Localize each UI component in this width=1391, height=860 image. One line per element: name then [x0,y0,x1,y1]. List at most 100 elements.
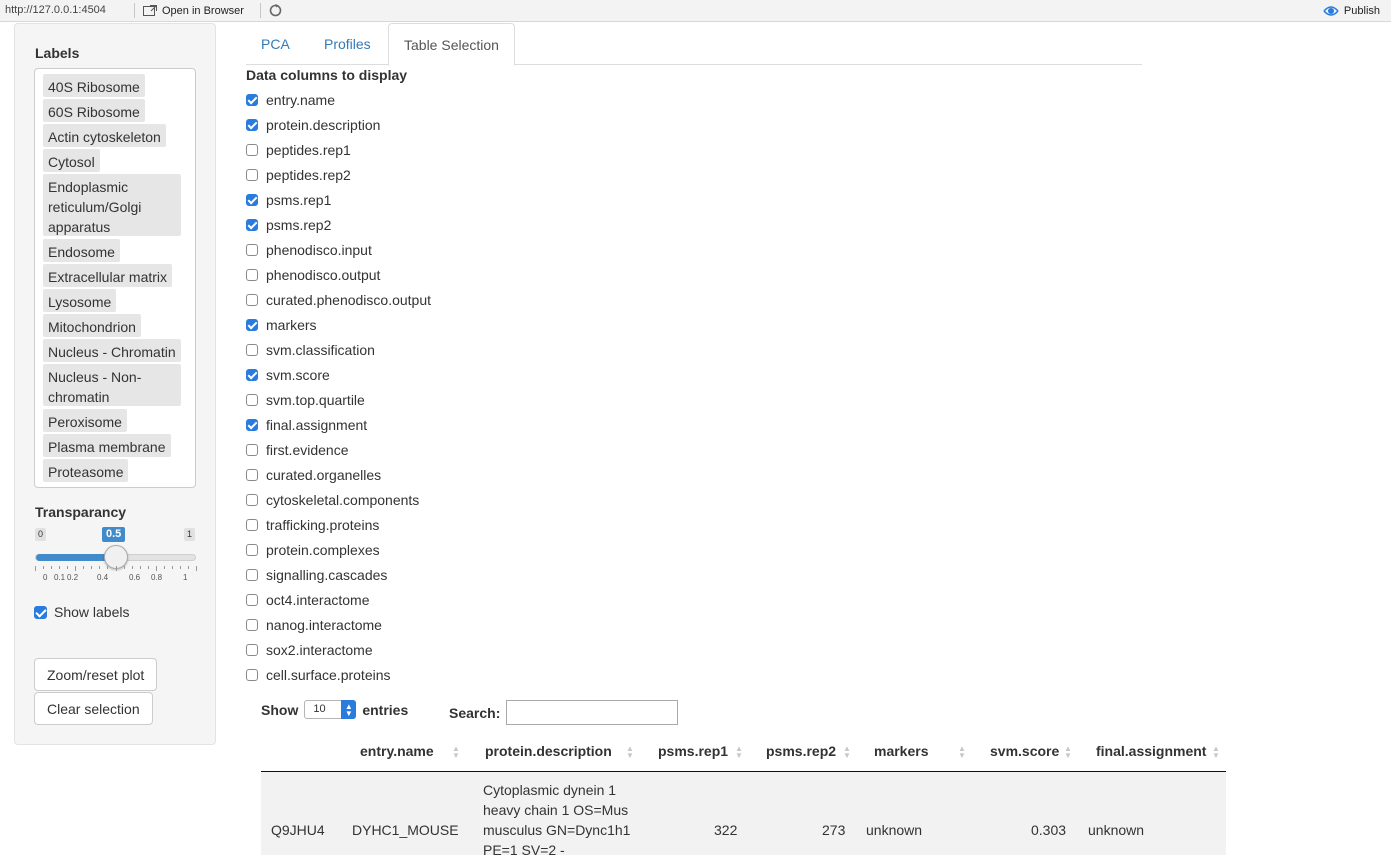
label-option[interactable]: Plasma membrane [43,434,171,457]
show-labels-toggle[interactable]: Show labels [34,604,130,620]
search-input[interactable] [506,700,678,725]
label-option[interactable]: 60S Ribosome [43,99,145,122]
label-option[interactable]: Cytosol [43,149,100,172]
labels-select-list[interactable]: 40S Ribosome 60S Ribosome Actin cytoskel… [34,68,196,488]
column-option[interactable]: svm.top.quartile [246,390,365,410]
column-checkbox[interactable] [246,244,258,256]
entries-select[interactable]: 10 ▲ ▼ [304,700,357,719]
column-checkbox[interactable] [246,469,258,481]
column-option[interactable]: curated.phenodisco.output [246,290,431,310]
label-option[interactable]: Peroxisome [43,409,127,432]
sort-icon[interactable]: ▲ ▼ [735,745,743,760]
column-option[interactable]: peptides.rep2 [246,165,351,185]
column-checkbox[interactable] [246,669,258,681]
column-option[interactable]: protein.complexes [246,540,380,560]
cell-id: Q9JHU4 [271,822,325,838]
column-option[interactable]: nanog.interactome [246,615,382,635]
column-checkbox[interactable] [246,394,258,406]
column-option[interactable]: phenodisco.output [246,265,380,285]
column-option[interactable]: phenodisco.input [246,240,372,260]
slider-tick [196,566,197,571]
label-option[interactable]: Proteasome [43,459,129,482]
column-checkbox[interactable] [246,219,258,231]
column-option[interactable]: entry.name [246,90,335,110]
column-checkbox[interactable] [246,594,258,606]
column-option[interactable]: protein.description [246,115,380,135]
tab-profiles[interactable]: Profiles [309,23,386,65]
sort-icon[interactable]: ▲ ▼ [843,745,851,760]
column-option[interactable]: cell.surface.proteins [246,665,391,685]
label-option[interactable]: Lysosome [43,289,117,312]
column-option[interactable]: trafficking.proteins [246,515,379,535]
column-option[interactable]: psms.rep1 [246,190,331,210]
refresh-icon[interactable] [268,3,283,18]
clear-selection-button[interactable]: Clear selection [34,692,153,725]
column-checkbox[interactable] [246,119,258,131]
column-checkbox[interactable] [246,194,258,206]
zoom-reset-button[interactable]: Zoom/reset plot [34,658,158,691]
column-checkbox[interactable] [246,144,258,156]
column-option[interactable]: signalling.cascades [246,565,387,585]
header-entry-name[interactable]: entry.name [360,743,434,759]
sort-icon[interactable]: ▲ ▼ [958,745,966,760]
column-checkbox[interactable] [246,569,258,581]
tick-label: 0.6 [129,573,141,582]
table-row[interactable]: Q9JHU4 DYHC1_MOUSE Cytoplasmic dynein 1 … [261,772,1226,858]
label-option[interactable]: Endoplasmic reticulum/Golgi apparatus [43,174,181,236]
header-svm-score[interactable]: svm.score [990,743,1059,759]
sort-icon[interactable]: ▲ ▼ [1212,745,1220,760]
column-option[interactable]: svm.classification [246,340,375,360]
label-option[interactable]: Mitochondrion [43,314,141,337]
column-option[interactable]: cytoskeletal.components [246,490,419,510]
header-markers[interactable]: markers [874,743,929,759]
slider-tick [75,566,77,571]
column-checkbox[interactable] [246,519,258,531]
slider-tick [163,566,165,569]
column-option[interactable]: sox2.interactome [246,640,373,660]
labels-heading: Labels [35,45,80,61]
header-protein-description[interactable]: protein.description [485,743,612,759]
column-checkbox[interactable] [246,294,258,306]
open-in-browser-button[interactable]: Open in Browser [143,3,244,19]
column-checkbox[interactable] [246,269,258,281]
header-psms-rep2[interactable]: psms.rep2 [766,743,836,759]
slider-tick [43,566,45,569]
sort-icon[interactable]: ▲ ▼ [1064,745,1072,760]
tab-table-selection[interactable]: Table Selection [388,23,515,66]
column-checkbox[interactable] [246,544,258,556]
column-checkbox[interactable] [246,494,258,506]
column-checkbox[interactable] [246,344,258,356]
column-option[interactable]: markers [246,315,317,335]
show-labels-checkbox[interactable] [34,605,47,619]
publish-button[interactable]: Publish [1323,3,1380,19]
column-option[interactable]: curated.organelles [246,465,381,485]
column-option[interactable]: final.assignment [246,415,367,435]
column-checkbox[interactable] [246,94,258,106]
column-checkbox[interactable] [246,419,258,431]
label-option[interactable]: 40S Ribosome [43,74,145,97]
header-final-assignment[interactable]: final.assignment [1096,743,1206,759]
column-checkbox[interactable] [246,319,258,331]
label-option[interactable]: Endosome [43,239,120,262]
label-option[interactable]: Actin cytoskeleton [43,124,166,147]
column-option[interactable]: oct4.interactome [246,590,370,610]
tab-pca[interactable]: PCA [246,23,305,65]
header-psms-rep1[interactable]: psms.rep1 [658,743,728,759]
column-checkbox[interactable] [246,644,258,656]
sort-icon[interactable]: ▲ ▼ [626,745,634,760]
column-checkbox[interactable] [246,619,258,631]
column-checkbox[interactable] [246,444,258,456]
column-option[interactable]: peptides.rep1 [246,140,351,160]
label-option[interactable]: Nucleus - Chromatin [43,339,181,362]
description-line: Cytoplasmic dynein 1 [483,782,617,798]
column-checkbox[interactable] [246,369,258,381]
column-option[interactable]: psms.rep2 [246,215,331,235]
transparency-slider[interactable]: 0 0.5 1 0 0.1 0.2 0.4 0.6 0.8 1 [34,527,198,588]
column-checkbox[interactable] [246,169,258,181]
column-option[interactable]: svm.score [246,365,330,385]
column-option[interactable]: first.evidence [246,440,348,460]
sort-icon[interactable]: ▲ ▼ [452,745,460,760]
slider-tick [187,566,189,569]
label-option[interactable]: Extracellular matrix [43,264,173,287]
label-option[interactable]: Nucleus - Non-chromatin [43,364,181,406]
